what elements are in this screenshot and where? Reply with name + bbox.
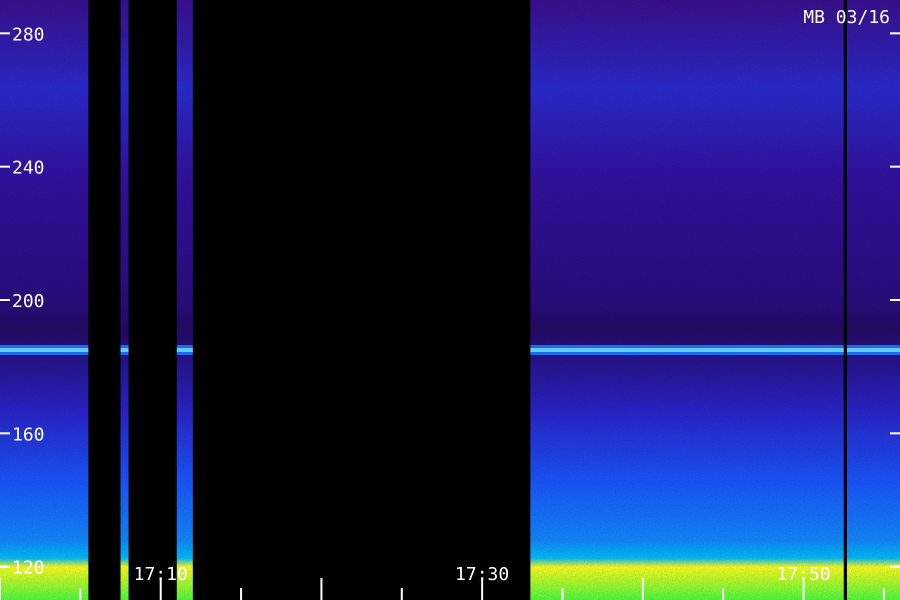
- data-gap-3: [843, 0, 847, 600]
- data-gap-1: [128, 0, 177, 600]
- spectrogram-chart: 120 160 200 240 280 17:10 17:30 17:50 MB 03/16: [0, 0, 900, 600]
- chart-title: MB 03/16: [803, 7, 890, 28]
- y-tick-label: 280: [12, 24, 45, 45]
- x-tick-label: 17:10: [134, 564, 188, 585]
- y-tick-label: 240: [12, 158, 45, 179]
- x-tick-label: 17:30: [455, 564, 509, 585]
- y-tick-label: 160: [12, 424, 45, 445]
- plot-area: [0, 0, 900, 600]
- x-tick-label: 17:50: [776, 564, 830, 585]
- data-gap-0: [88, 0, 121, 600]
- y-tick-label: 120: [12, 558, 45, 579]
- y-tick-label: 200: [12, 291, 45, 312]
- data-gap-2: [192, 0, 531, 600]
